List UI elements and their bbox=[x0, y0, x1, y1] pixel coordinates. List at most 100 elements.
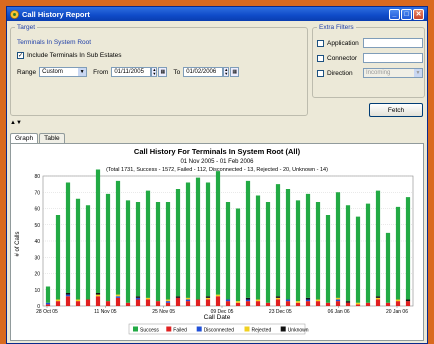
bar-failed bbox=[325, 302, 331, 306]
bar-failed bbox=[255, 301, 261, 306]
y-tick-label: 50 bbox=[34, 223, 40, 229]
bar-success bbox=[275, 184, 281, 297]
application-checkbox[interactable] bbox=[317, 39, 324, 47]
chart-panel: Call History For Terminals In System Roo… bbox=[10, 143, 424, 341]
bar-failed bbox=[375, 299, 381, 306]
bar-failed bbox=[245, 301, 251, 306]
include-sub-estates[interactable]: ✓ Include Terminals In Sub Estates bbox=[17, 52, 122, 59]
bar-unknown bbox=[135, 296, 141, 298]
fetch-button[interactable]: Fetch bbox=[369, 103, 423, 117]
target-legend: Target bbox=[17, 24, 36, 31]
bar-unknown bbox=[175, 296, 181, 298]
bar-failed bbox=[155, 301, 161, 306]
bar-failed bbox=[125, 302, 131, 306]
bar-failed bbox=[235, 302, 241, 306]
bar-rejected bbox=[275, 297, 281, 300]
bar-disconnected bbox=[115, 296, 121, 298]
bar-success bbox=[395, 206, 401, 300]
to-spinner[interactable]: ▲ ▼ bbox=[223, 67, 230, 77]
view-tabs: Graph Table bbox=[10, 133, 66, 143]
window-title: Call History Report bbox=[22, 9, 90, 19]
maximize-button[interactable]: □ bbox=[401, 8, 412, 20]
legend-swatch bbox=[196, 326, 202, 332]
bar-rejected bbox=[235, 301, 241, 303]
bar-rejected bbox=[395, 299, 401, 302]
bar-success bbox=[375, 190, 381, 297]
connector-checkbox[interactable] bbox=[317, 54, 324, 62]
bar-failed bbox=[185, 301, 191, 306]
direction-checkbox[interactable] bbox=[317, 69, 324, 77]
bar-failed bbox=[275, 299, 281, 306]
bar-success bbox=[325, 215, 331, 303]
call-history-window: Call History Report _ □ ✕ Target Termina… bbox=[6, 6, 428, 344]
bar-failed bbox=[265, 302, 271, 306]
bar-success bbox=[235, 208, 241, 302]
connector-input[interactable] bbox=[363, 53, 423, 63]
connector-filter: Connector bbox=[317, 53, 423, 63]
bar-success bbox=[85, 205, 91, 300]
bar-rejected bbox=[75, 299, 81, 302]
application-label: Application bbox=[327, 39, 359, 47]
range-select[interactable]: Custom ▼ bbox=[39, 67, 88, 77]
bar-success bbox=[205, 182, 211, 297]
chart-subtitle: 01 Nov 2005 - 01 Feb 2006 bbox=[180, 159, 254, 165]
bar-success bbox=[305, 193, 311, 298]
direction-label: Direction bbox=[327, 69, 353, 77]
include-sub-checkbox[interactable]: ✓ bbox=[17, 52, 24, 59]
y-tick-label: 80 bbox=[34, 174, 40, 180]
bar-rejected bbox=[215, 294, 221, 297]
bar-failed bbox=[305, 301, 311, 306]
application-filter: Application bbox=[317, 38, 423, 48]
y-tick-label: 20 bbox=[34, 272, 40, 278]
bar-success bbox=[185, 182, 191, 298]
bar-failed bbox=[95, 296, 101, 306]
title-bar[interactable]: Call History Report _ □ ✕ bbox=[7, 7, 427, 21]
bar-failed bbox=[165, 302, 171, 306]
tab-graph[interactable]: Graph bbox=[10, 133, 39, 143]
bar-failed bbox=[135, 299, 141, 306]
bar-rejected bbox=[355, 302, 361, 305]
x-tick-label: 06 Jan 06 bbox=[328, 309, 350, 315]
bar-failed bbox=[115, 297, 121, 306]
legend-swatch bbox=[133, 326, 138, 332]
to-date-field[interactable]: 01/02/2006 bbox=[183, 67, 224, 77]
bar-rejected bbox=[205, 297, 211, 300]
direction-select[interactable]: Incoming ▼ bbox=[363, 68, 423, 78]
bar-success bbox=[155, 202, 161, 302]
from-calendar-icon[interactable]: ▦ bbox=[158, 67, 168, 77]
y-tick-label: 40 bbox=[34, 239, 40, 245]
legend-label: Success bbox=[140, 327, 159, 333]
from-spinner[interactable]: ▲ ▼ bbox=[151, 67, 158, 77]
bar-success bbox=[45, 286, 51, 303]
include-sub-label: Include Terminals In Sub Estates bbox=[27, 52, 122, 59]
bar-unknown bbox=[375, 296, 381, 298]
to-label: To bbox=[173, 68, 181, 76]
bar-unknown bbox=[275, 296, 281, 298]
y-tick-label: 30 bbox=[34, 255, 40, 261]
bar-disconnected bbox=[245, 299, 251, 302]
bar-disconnected bbox=[225, 299, 231, 302]
bar-unknown bbox=[95, 293, 101, 295]
tab-table[interactable]: Table bbox=[39, 133, 65, 143]
bar-rejected bbox=[95, 294, 101, 297]
to-calendar-icon[interactable]: ▦ bbox=[230, 67, 240, 77]
bar-failed bbox=[145, 299, 151, 306]
filters-legend: Extra Filters bbox=[319, 24, 354, 31]
bar-success bbox=[265, 202, 271, 303]
minimize-button[interactable]: _ bbox=[389, 8, 400, 20]
range-value: Custom bbox=[42, 69, 63, 75]
bar-failed bbox=[285, 301, 291, 306]
from-date-field[interactable]: 01/11/2005 bbox=[111, 67, 152, 77]
collapse-toggle-icon[interactable]: ▲▼ bbox=[10, 120, 22, 126]
bar-failed bbox=[405, 301, 411, 306]
bar-rejected bbox=[375, 297, 381, 300]
bar-failed bbox=[55, 301, 61, 306]
bar-success bbox=[165, 202, 171, 300]
x-axis-label: Call Date bbox=[204, 314, 231, 321]
legend-label: Rejected bbox=[252, 327, 272, 333]
bar-failed bbox=[385, 302, 391, 306]
close-button[interactable]: ✕ bbox=[413, 8, 424, 20]
application-input[interactable] bbox=[363, 38, 423, 48]
bar-rejected bbox=[115, 294, 121, 297]
bar-success bbox=[285, 189, 291, 300]
